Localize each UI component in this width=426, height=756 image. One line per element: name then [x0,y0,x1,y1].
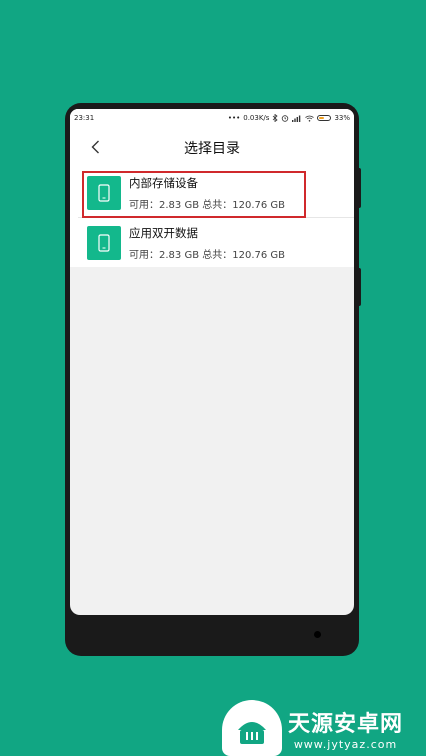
storage-item-name: 内部存储设备 [129,175,198,190]
wifi-icon [305,115,315,122]
phone-side-button-upper [357,168,361,208]
status-time: 23:31 [74,114,95,122]
back-button[interactable] [88,139,102,155]
status-bar: 23:31 ••• 0.03K/s 33% [70,109,354,127]
alarm-icon [282,115,289,122]
phone-icon [87,175,121,210]
battery-icon [317,115,332,121]
watermark-name: 天源安卓网 [288,711,404,737]
status-dots: ••• [227,114,241,122]
storage-item-name: 应用双开数据 [129,225,198,240]
storage-item-detail: 可用：2.83 GB 总共：120.76 GB [129,199,286,211]
signal-icon [292,115,301,122]
chevron-left-icon [91,140,99,154]
watermark-url: www.jytyaz.com [293,737,398,751]
bluetooth-icon [273,114,279,122]
network-speed: 0.03K/s [243,114,270,122]
phone-icon [87,225,121,260]
storage-item-internal[interactable]: 内部存储设备 可用：2.83 GB 总共：120.76 GB [78,168,354,218]
storage-item-detail: 可用：2.83 GB 总共：120.76 GB [129,249,286,261]
status-icons: ••• 0.03K/s 33% [228,114,350,122]
watermark-logo [222,700,282,756]
header-bar: 选择目录 [70,127,354,168]
watermark: 天源安卓网 www.jytyaz.com [222,700,403,756]
page-title: 选择目录 [184,140,240,157]
storage-list: 内部存储设备 可用：2.83 GB 总共：120.76 GB 应用双开数据 可用… [70,168,354,267]
home-button[interactable] [314,631,321,638]
phone-screen: 23:31 ••• 0.03K/s 33% 选择目录 内部存储设备 可用：2.8… [70,109,354,615]
android-logo-icon [238,722,266,744]
phone-side-button-lower [357,268,361,306]
storage-item-dual-app[interactable]: 应用双开数据 可用：2.83 GB 总共：120.76 GB [78,218,354,267]
battery-percent: 33% [334,114,350,122]
